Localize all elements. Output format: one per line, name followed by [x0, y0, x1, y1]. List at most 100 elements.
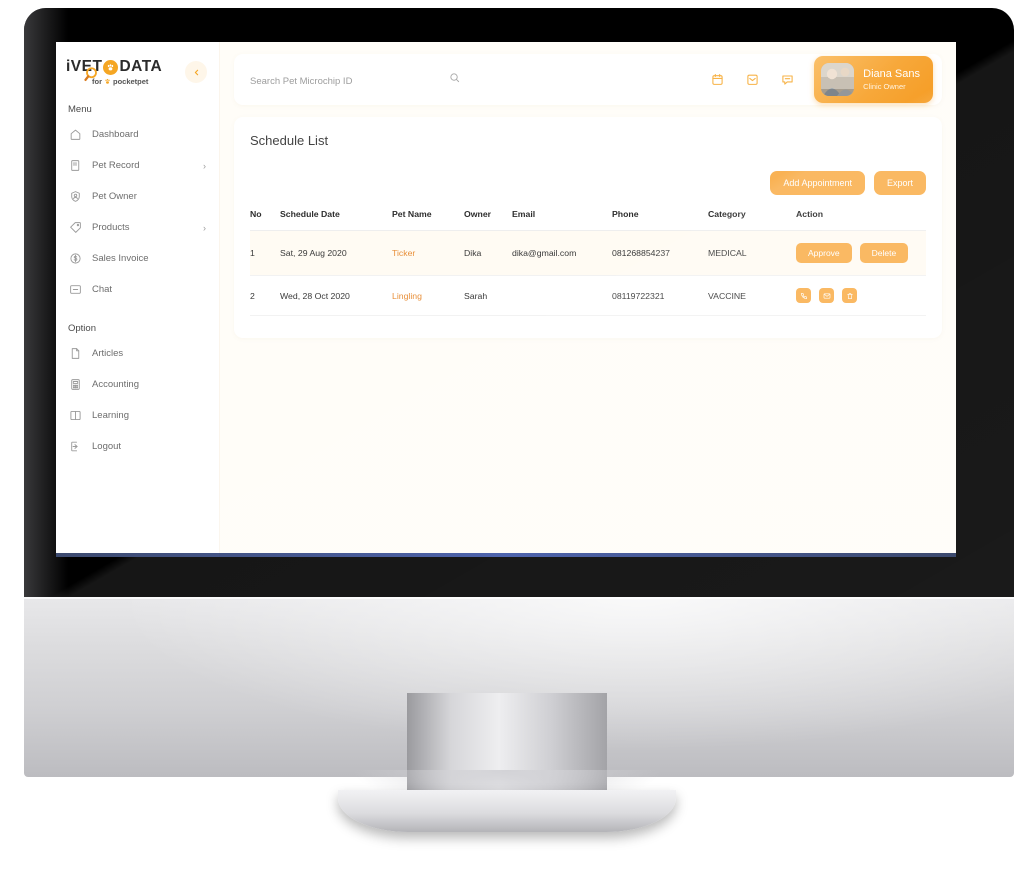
sidebar-item-accounting[interactable]: Accounting — [56, 369, 219, 400]
dashboard-app: iVET DATA for pocketpet Menu Dashboard P… — [56, 42, 956, 557]
phone-icon — [800, 292, 807, 299]
sidebar-item-pet-owner[interactable]: Pet Owner — [56, 181, 219, 212]
column-header: Owner — [464, 209, 512, 231]
column-header: Action — [796, 209, 926, 231]
schedule-card: Schedule List Add Appointment Export No Sc… — [234, 117, 942, 338]
column-header: Pet Name — [392, 209, 464, 231]
action-group — [796, 288, 926, 303]
screen-bottom-glow — [56, 553, 956, 557]
message-icon[interactable] — [781, 73, 794, 86]
sidebar-item-label: Dashboard — [92, 129, 139, 140]
sidebar-item-label: Logout — [92, 441, 122, 452]
logo-text-secondary: DATA — [119, 58, 163, 75]
screen: iVET DATA for pocketpet Menu Dashboard P… — [56, 42, 956, 557]
topbar: Diana Sans Clinic Owner — [234, 54, 942, 105]
sidebar-header: iVET DATA for pocketpet — [56, 42, 219, 86]
cell-phone: 08119722321 — [612, 275, 708, 316]
cell-owner: Dika — [464, 230, 512, 276]
paw-icon — [103, 59, 119, 75]
sidebar-item-learning[interactable]: Learning — [56, 400, 219, 431]
profile-text: Diana Sans Clinic Owner — [863, 68, 920, 92]
avatar — [821, 63, 855, 96]
sidebar-item-pet-record[interactable]: Pet Record › — [56, 150, 219, 181]
page-title: Schedule List — [250, 133, 329, 148]
sidebar-item-label: Articles — [92, 348, 124, 359]
sidebar-item-dashboard[interactable]: Dashboard — [56, 119, 219, 150]
article-icon — [71, 348, 80, 359]
sidebar-item-label: Learning — [92, 410, 129, 421]
calendar-icon[interactable] — [711, 73, 724, 86]
envelope-icon — [823, 293, 830, 298]
phone-action-button[interactable] — [796, 288, 811, 303]
table-body: 1 Sat, 29 Aug 2020 Ticker Dika dika@gmail.co… — [250, 230, 926, 316]
profile-name: Diana Sans — [863, 67, 920, 80]
sidebar-item-logout[interactable]: Logout — [56, 431, 219, 462]
schedule-table: No Schedule Date Pet Name Owner Email Phone Ca… — [250, 209, 926, 316]
approve-button[interactable]: Approve — [796, 243, 852, 263]
book-icon — [70, 410, 81, 421]
column-header: Email — [512, 209, 612, 231]
topbar-icon-group — [711, 73, 794, 86]
article-icon — [69, 347, 82, 360]
sidebar-section-label: Option — [68, 323, 96, 334]
tag-icon — [70, 222, 81, 233]
sidebar-item-label: Sales Invoice — [92, 253, 149, 264]
cell-email: dika@gmail.com — [512, 230, 612, 276]
main-content: Diana Sans Clinic Owner Schedule List Ad… — [220, 42, 956, 557]
cell-pet-name: Ticker — [392, 230, 464, 276]
page-action-buttons: Add Appointment Export — [250, 171, 926, 195]
table-header-row: No Schedule Date Pet Name Owner Email Phone Ca… — [250, 209, 926, 231]
search-container — [250, 71, 460, 89]
table-row[interactable]: 2 Wed, 28 Oct 2020 Lingling Sarah 0811972232… — [250, 275, 926, 316]
document-icon — [69, 159, 82, 172]
user-shield-icon — [69, 190, 82, 203]
logout-icon — [71, 441, 78, 452]
cell-pet-name: Lingling — [392, 275, 464, 316]
paw-small-icon — [105, 78, 110, 84]
home-icon — [69, 128, 82, 141]
export-button[interactable]: Export — [873, 171, 926, 195]
action-group: Approve Delete — [796, 243, 926, 263]
logo-tagline-brand: pocketpet — [113, 77, 149, 86]
cell-schedule-date: Sat, 29 Aug 2020 — [280, 230, 392, 276]
cell-category: MEDICAL — [708, 230, 796, 276]
magnifier-icon — [84, 67, 97, 81]
delete-button[interactable]: Delete — [859, 243, 909, 263]
chevron-left-icon — [194, 69, 198, 75]
table-head: No Schedule Date Pet Name Owner Email Phone Ca… — [250, 209, 926, 231]
cell-action: Approve Delete — [796, 230, 926, 276]
cell-phone: 081268854237 — [612, 230, 708, 276]
cell-category: VACCINE — [708, 275, 796, 316]
cell-no: 2 — [250, 275, 280, 316]
calculator-icon — [71, 379, 80, 390]
column-header: Phone — [612, 209, 708, 231]
chevron-right-icon: › — [203, 222, 206, 233]
monitor-foot — [338, 790, 676, 832]
envelope-action-button[interactable] — [819, 288, 834, 303]
sidebar-item-products[interactable]: Products › — [56, 212, 219, 243]
search-input[interactable] — [250, 75, 460, 87]
sidebar: iVET DATA for pocketpet Menu Dashboard P… — [56, 42, 220, 557]
cell-no: 1 — [250, 230, 280, 276]
sidebar-item-chat[interactable]: Chat — [56, 274, 219, 305]
sidebar-item-articles[interactable]: Articles — [56, 338, 219, 369]
sidebar-item-sales-invoice[interactable]: Sales Invoice — [56, 243, 219, 274]
table-row[interactable]: 1 Sat, 29 Aug 2020 Ticker Dika dika@gmail.co… — [250, 230, 926, 276]
user-shield-icon — [71, 191, 80, 202]
sidebar-collapse-button[interactable] — [185, 61, 207, 83]
user-profile[interactable]: Diana Sans Clinic Owner — [814, 56, 933, 103]
cell-email — [512, 275, 612, 316]
chevron-right-icon: › — [203, 160, 206, 171]
monitor-mockup: iVET DATA for pocketpet Menu Dashboard P… — [0, 0, 1014, 869]
column-header: Schedule Date — [280, 209, 392, 231]
chat-icon — [70, 285, 81, 294]
home-icon — [70, 129, 81, 140]
add-appointment-button[interactable]: Add Appointment — [770, 171, 865, 195]
inbox-icon[interactable] — [746, 73, 759, 86]
trash-action-button[interactable] — [842, 288, 857, 303]
search-icon[interactable] — [449, 70, 460, 88]
chin-edge — [24, 597, 1014, 599]
sidebar-nav: Menu Dashboard Pet Record › Pet Owner Product… — [56, 86, 219, 462]
document-icon — [71, 160, 80, 171]
sidebar-item-label: Chat — [92, 284, 113, 295]
